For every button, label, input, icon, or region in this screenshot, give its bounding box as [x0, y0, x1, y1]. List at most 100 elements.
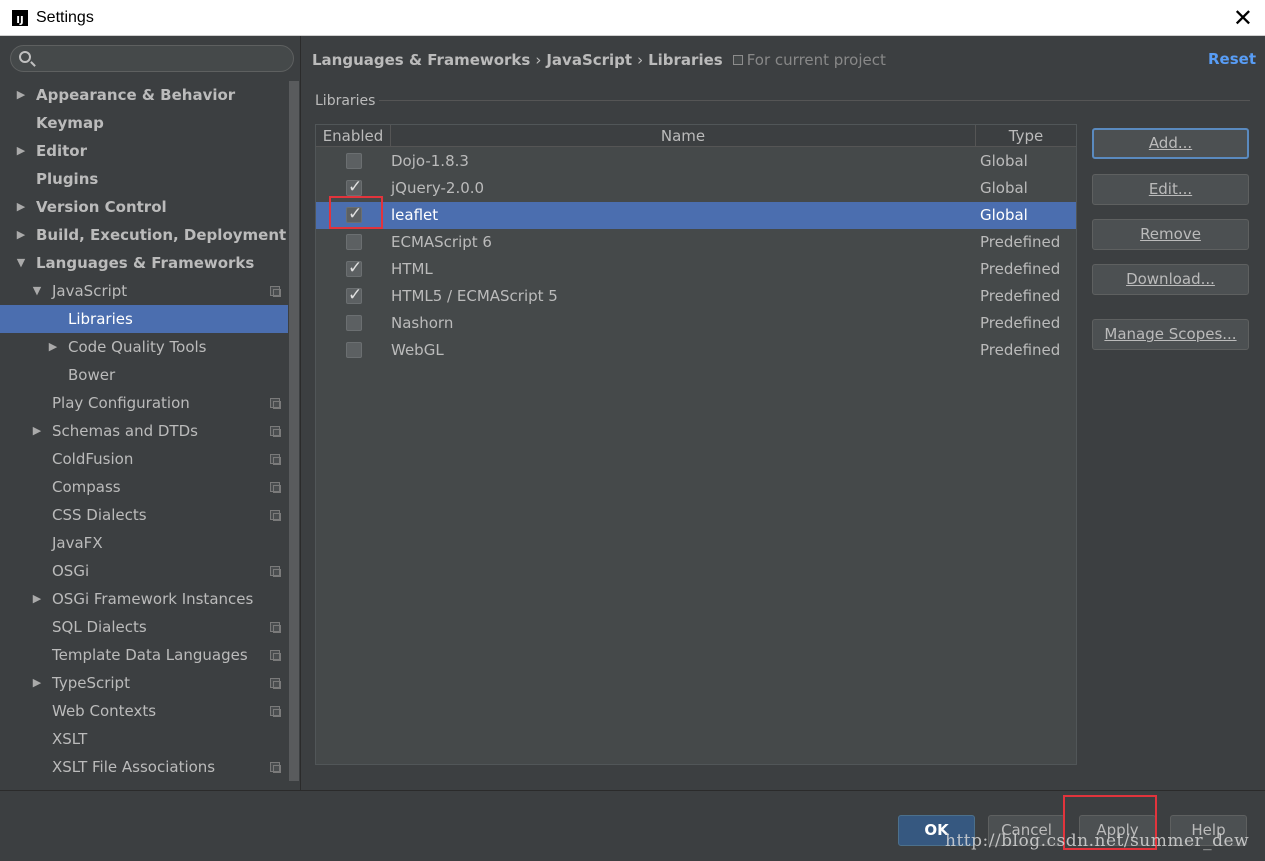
sidebar-item-label: XSLT File Associations	[52, 758, 216, 776]
library-type: Global	[980, 206, 1028, 224]
reset-link[interactable]: Reset	[1208, 50, 1256, 68]
library-name: WebGL	[391, 341, 444, 359]
library-name: Dojo-1.8.3	[391, 152, 469, 170]
sidebar-item-label: JavaFX	[52, 534, 103, 552]
library-name: HTML	[391, 260, 433, 278]
collapsed-arrow-icon[interactable]: ▶	[15, 81, 27, 109]
sidebar-item-label: Web Contexts	[52, 702, 157, 720]
sidebar-item-label: Schemas and DTDs	[52, 422, 198, 440]
sidebar-item[interactable]: OSGi	[0, 557, 288, 585]
project-level-icon	[270, 426, 281, 437]
breadcrumb-separator: ›	[535, 51, 542, 69]
sidebar-item-label: Bower	[68, 366, 116, 384]
sidebar-item[interactable]: ▶ Schemas and DTDs	[0, 417, 288, 445]
collapsed-arrow-icon[interactable]: ▶	[31, 585, 43, 613]
column-header-type[interactable]: Type	[976, 125, 1076, 147]
table-row[interactable]: ✓ jQuery-2.0.0 Global	[316, 175, 1076, 202]
close-icon[interactable]: ✕	[1233, 4, 1253, 32]
library-type: Predefined	[980, 341, 1061, 359]
sidebar-item[interactable]: Plugins	[0, 165, 288, 193]
enabled-checkbox[interactable]: ✓	[346, 177, 362, 197]
project-level-icon	[270, 454, 281, 465]
enabled-checkbox[interactable]: ✓	[346, 285, 362, 305]
collapsed-arrow-icon[interactable]: ▶	[31, 417, 43, 445]
table-row[interactable]: ✓ HTML Predefined	[316, 256, 1076, 283]
sidebar-item[interactable]: ▶ Appearance & Behavior	[0, 81, 288, 109]
sidebar-item-label: Compass	[52, 478, 121, 496]
enabled-checkbox[interactable]: ✓	[346, 258, 362, 278]
project-level-icon	[270, 706, 281, 717]
sidebar-item[interactable]: ColdFusion	[0, 445, 288, 473]
expanded-arrow-icon[interactable]: ▼	[31, 277, 43, 305]
table-row[interactable]: Nashorn Predefined	[316, 310, 1076, 337]
enabled-checkbox[interactable]	[346, 153, 362, 169]
table-row[interactable]: Dojo-1.8.3 Global	[316, 148, 1076, 175]
breadcrumb-part: Languages & Frameworks	[312, 51, 531, 69]
enabled-checkbox[interactable]	[346, 234, 362, 250]
sidebar-item[interactable]: Template Data Languages	[0, 641, 288, 669]
search-input[interactable]	[10, 45, 294, 72]
table-header: Enabled Name Type	[316, 125, 1076, 147]
column-header-name[interactable]: Name	[391, 125, 976, 147]
libraries-table: Enabled Name Type Dojo-1.8.3 Global ✓ jQuer…	[315, 124, 1077, 765]
collapsed-arrow-icon[interactable]: ▶	[47, 333, 59, 361]
expanded-arrow-icon[interactable]: ▼	[15, 249, 27, 277]
sidebar-scrollbar-thumb[interactable]	[289, 81, 299, 781]
library-type: Predefined	[980, 287, 1061, 305]
settings-tree: ▶ Appearance & Behavior Keymap ▶ Editor Plugi…	[0, 81, 288, 781]
project-scope-icon	[732, 55, 743, 65]
sidebar-item[interactable]: XSLT	[0, 725, 288, 753]
sidebar-item-label: Build, Execution, Deployment	[36, 226, 287, 244]
sidebar-item[interactable]: ▶ Version Control	[0, 193, 288, 221]
table-row[interactable]: ✓ leaflet Global	[316, 202, 1076, 229]
sidebar-item[interactable]: Libraries	[0, 305, 288, 333]
sidebar-item[interactable]: Bower	[0, 361, 288, 389]
sidebar-item-label: OSGi Framework Instances	[52, 590, 254, 608]
sidebar-scrollbar[interactable]	[288, 81, 300, 781]
search-icon	[19, 51, 31, 63]
sidebar-item[interactable]: ▶ Build, Execution, Deployment	[0, 221, 288, 249]
collapsed-arrow-icon[interactable]: ▶	[15, 193, 27, 221]
sidebar-item-label: CSS Dialects	[52, 506, 147, 524]
sidebar-item[interactable]: ▶ Code Quality Tools	[0, 333, 288, 361]
project-level-icon	[270, 510, 281, 521]
sidebar-item-label: Appearance & Behavior	[36, 86, 236, 104]
table-row[interactable]: ECMAScript 6 Predefined	[316, 229, 1076, 256]
sidebar-item[interactable]: Play Configuration	[0, 389, 288, 417]
add-button[interactable]: Add...	[1092, 128, 1249, 159]
manage-scopes-button[interactable]: Manage Scopes...	[1092, 319, 1249, 350]
enabled-checkbox[interactable]	[346, 315, 362, 331]
library-type: Predefined	[980, 314, 1061, 332]
sidebar-item[interactable]: JavaFX	[0, 529, 288, 557]
sidebar-item[interactable]: Keymap	[0, 109, 288, 137]
sidebar-item[interactable]: Compass	[0, 473, 288, 501]
sidebar-item[interactable]: XSLT File Associations	[0, 753, 288, 781]
collapsed-arrow-icon[interactable]: ▶	[15, 137, 27, 165]
sidebar-item[interactable]: ▶ OSGi Framework Instances	[0, 585, 288, 613]
table-row[interactable]: ✓ HTML5 / ECMAScript 5 Predefined	[316, 283, 1076, 310]
collapsed-arrow-icon[interactable]: ▶	[31, 669, 43, 697]
sidebar-item[interactable]: CSS Dialects	[0, 501, 288, 529]
sidebar-item-label: Template Data Languages	[52, 646, 248, 664]
sidebar-item[interactable]: ▼ Languages & Frameworks	[0, 249, 288, 277]
table-row[interactable]: WebGL Predefined	[316, 337, 1076, 364]
sidebar-item-label: Keymap	[36, 114, 104, 132]
remove-button[interactable]: Remove	[1092, 219, 1249, 250]
enabled-checkbox[interactable]	[346, 342, 362, 358]
sidebar-item[interactable]: ▶ TypeScript	[0, 669, 288, 697]
sidebar-item-label: OSGi	[52, 562, 90, 580]
sidebar-item[interactable]: Web Contexts	[0, 697, 288, 725]
sidebar-item-label: Libraries	[68, 310, 133, 328]
library-name: ECMAScript 6	[391, 233, 492, 251]
collapsed-arrow-icon[interactable]: ▶	[15, 221, 27, 249]
sidebar-item[interactable]: SQL Dialects	[0, 613, 288, 641]
sidebar-item-label: SQL Dialects	[52, 618, 147, 636]
library-name: HTML5 / ECMAScript 5	[391, 287, 558, 305]
sidebar-item[interactable]: ▼ JavaScript	[0, 277, 288, 305]
sidebar-item[interactable]: ▶ Editor	[0, 137, 288, 165]
edit-button[interactable]: Edit...	[1092, 174, 1249, 205]
main-panel: Languages & Frameworks › JavaScript › Li…	[301, 36, 1265, 790]
download-button[interactable]: Download...	[1092, 264, 1249, 295]
column-header-enabled[interactable]: Enabled	[316, 125, 391, 147]
project-level-icon	[270, 398, 281, 409]
